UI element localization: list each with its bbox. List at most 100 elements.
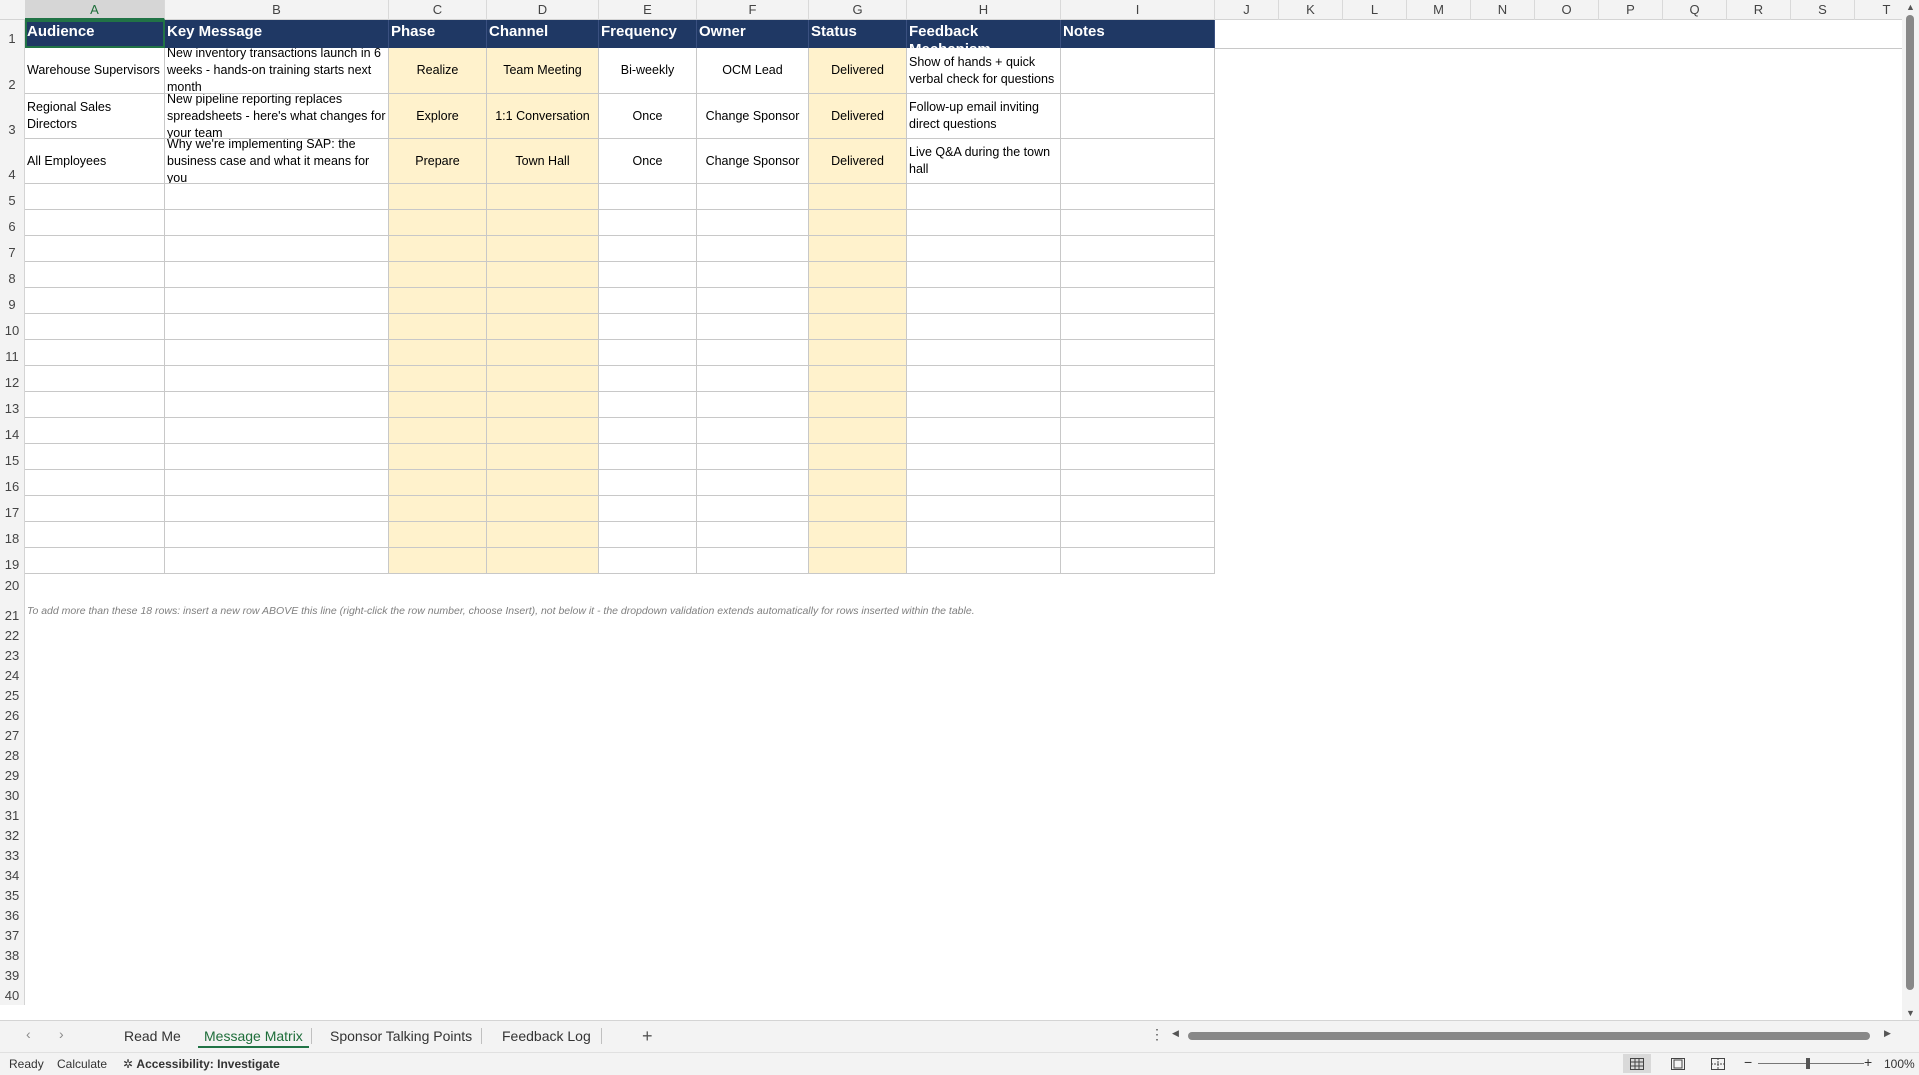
table-cell[interactable] bbox=[1061, 548, 1215, 574]
table-cell[interactable]: Once bbox=[599, 94, 697, 139]
table-cell[interactable] bbox=[1061, 184, 1215, 210]
column-header-f[interactable]: F bbox=[697, 0, 809, 20]
table-cell[interactable] bbox=[165, 210, 389, 236]
column-header-q[interactable]: Q bbox=[1663, 0, 1727, 20]
table-cell[interactable] bbox=[25, 184, 165, 210]
row-header-40[interactable]: 40 bbox=[0, 985, 25, 1005]
table-cell[interactable] bbox=[389, 496, 487, 522]
header-cell-notes[interactable]: Notes bbox=[1061, 20, 1215, 48]
table-cell[interactable] bbox=[165, 392, 389, 418]
column-header-n[interactable]: N bbox=[1471, 0, 1535, 20]
table-cell[interactable] bbox=[487, 366, 599, 392]
table-cell[interactable] bbox=[25, 548, 165, 574]
column-header-c[interactable]: C bbox=[389, 0, 487, 20]
table-cell[interactable] bbox=[599, 366, 697, 392]
row-header-36[interactable]: 36 bbox=[0, 905, 25, 925]
table-cell[interactable] bbox=[809, 340, 907, 366]
table-cell[interactable] bbox=[165, 236, 389, 262]
row-header-37[interactable]: 37 bbox=[0, 925, 25, 945]
scroll-up-icon[interactable]: ▲ bbox=[1902, 2, 1919, 12]
column-header-m[interactable]: M bbox=[1407, 0, 1471, 20]
table-cell[interactable]: Warehouse Supervisors bbox=[25, 48, 165, 94]
table-cell[interactable] bbox=[907, 236, 1061, 262]
table-cell[interactable] bbox=[809, 418, 907, 444]
table-cell[interactable] bbox=[1061, 94, 1215, 139]
table-cell[interactable] bbox=[165, 262, 389, 288]
table-cell[interactable] bbox=[599, 340, 697, 366]
table-cell[interactable] bbox=[1061, 210, 1215, 236]
table-cell[interactable] bbox=[165, 418, 389, 444]
table-cell[interactable] bbox=[697, 496, 809, 522]
table-cell[interactable] bbox=[1061, 288, 1215, 314]
table-cell[interactable] bbox=[389, 366, 487, 392]
row-header-13[interactable]: 13 bbox=[0, 392, 25, 418]
table-cell[interactable] bbox=[809, 184, 907, 210]
table-cell[interactable] bbox=[25, 496, 165, 522]
table-cell[interactable]: Change Sponsor bbox=[697, 94, 809, 139]
table-cell[interactable] bbox=[809, 288, 907, 314]
table-cell[interactable]: New pipeline reporting replaces spreadsh… bbox=[165, 94, 389, 139]
row-header-27[interactable]: 27 bbox=[0, 725, 25, 745]
scroll-right-icon[interactable]: ▶ bbox=[1884, 1028, 1891, 1039]
row-header-38[interactable]: 38 bbox=[0, 945, 25, 965]
table-cell[interactable] bbox=[1061, 48, 1215, 94]
row-header-22[interactable]: 22 bbox=[0, 625, 25, 645]
row-header-21[interactable]: 21 bbox=[0, 595, 25, 625]
page-break-view-icon[interactable] bbox=[1704, 1054, 1732, 1073]
table-cell[interactable] bbox=[25, 418, 165, 444]
table-cell[interactable] bbox=[697, 444, 809, 470]
table-cell[interactable] bbox=[809, 366, 907, 392]
zoom-slider[interactable] bbox=[1758, 1063, 1864, 1064]
table-cell[interactable] bbox=[697, 548, 809, 574]
table-cell[interactable] bbox=[25, 288, 165, 314]
table-cell[interactable] bbox=[599, 522, 697, 548]
row-header-30[interactable]: 30 bbox=[0, 785, 25, 805]
table-cell[interactable] bbox=[599, 288, 697, 314]
row-header-16[interactable]: 16 bbox=[0, 470, 25, 496]
table-cell[interactable] bbox=[487, 522, 599, 548]
table-cell[interactable] bbox=[165, 548, 389, 574]
table-cell[interactable] bbox=[599, 392, 697, 418]
column-header-i[interactable]: I bbox=[1061, 0, 1215, 20]
table-cell[interactable] bbox=[25, 314, 165, 340]
table-cell[interactable] bbox=[487, 418, 599, 444]
table-cell[interactable] bbox=[389, 262, 487, 288]
table-cell[interactable] bbox=[697, 236, 809, 262]
table-cell[interactable]: Delivered bbox=[809, 139, 907, 184]
accessibility-button[interactable]: ✲ Accessibility: Investigate bbox=[123, 1057, 280, 1071]
table-cell[interactable]: Follow-up email inviting direct question… bbox=[907, 94, 1061, 139]
zoom-slider-thumb[interactable] bbox=[1806, 1058, 1810, 1069]
table-cell[interactable] bbox=[809, 236, 907, 262]
table-cell[interactable] bbox=[907, 340, 1061, 366]
horizontal-scroll-thumb[interactable] bbox=[1188, 1032, 1870, 1040]
add-sheet-icon[interactable]: + bbox=[642, 1024, 653, 1048]
table-cell[interactable] bbox=[389, 418, 487, 444]
table-cell[interactable] bbox=[907, 262, 1061, 288]
table-cell[interactable] bbox=[907, 288, 1061, 314]
row-header-20[interactable]: 20 bbox=[0, 574, 25, 595]
table-cell[interactable]: Realize bbox=[389, 48, 487, 94]
table-cell[interactable]: All Employees bbox=[25, 139, 165, 184]
table-cell[interactable] bbox=[1061, 236, 1215, 262]
table-cell[interactable] bbox=[487, 496, 599, 522]
row-header-29[interactable]: 29 bbox=[0, 765, 25, 785]
header-cell-key-message[interactable]: Key Message bbox=[165, 20, 389, 48]
header-cell-phase[interactable]: Phase bbox=[389, 20, 487, 48]
table-cell[interactable]: Delivered bbox=[809, 48, 907, 94]
table-cell[interactable] bbox=[389, 314, 487, 340]
table-cell[interactable] bbox=[907, 366, 1061, 392]
table-cell[interactable] bbox=[599, 444, 697, 470]
column-header-p[interactable]: P bbox=[1599, 0, 1663, 20]
table-cell[interactable]: 1:1 Conversation bbox=[487, 94, 599, 139]
row-header-17[interactable]: 17 bbox=[0, 496, 25, 522]
table-cell[interactable] bbox=[487, 184, 599, 210]
table-cell[interactable] bbox=[809, 496, 907, 522]
row-header-5[interactable]: 5 bbox=[0, 184, 25, 210]
row-header-2[interactable]: 2 bbox=[0, 48, 25, 94]
table-cell[interactable] bbox=[1061, 470, 1215, 496]
table-cell[interactable] bbox=[487, 470, 599, 496]
table-cell[interactable] bbox=[697, 392, 809, 418]
table-cell[interactable] bbox=[389, 184, 487, 210]
table-cell[interactable] bbox=[25, 340, 165, 366]
column-header-d[interactable]: D bbox=[487, 0, 599, 20]
